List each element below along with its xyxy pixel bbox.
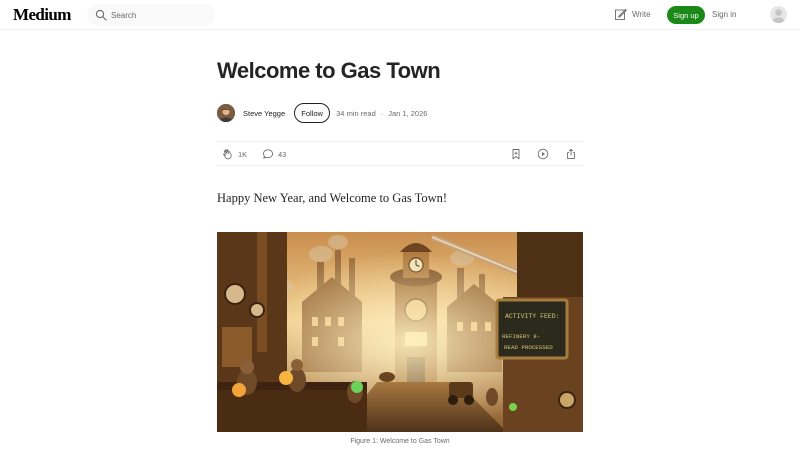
listen-button[interactable] <box>537 148 549 160</box>
byline: Steve Yegge Follow 34 min read · Jan 1, … <box>217 103 427 123</box>
gas-town-image: ACTIVITY FEED: REFINERY 8- READ PROCESSE… <box>217 232 583 432</box>
lead-paragraph: Happy New Year, and Welcome to Gas Town! <box>217 191 448 205</box>
top-nav: Medium Write Sign up Sign in <box>0 0 800 30</box>
read-time: 34 min read <box>336 108 376 118</box>
author-avatar[interactable] <box>217 104 235 122</box>
activity-feed-line: REFINERY 8- <box>502 333 540 340</box>
activity-feed-title: ACTIVITY FEED: <box>505 313 560 320</box>
bookmark-button[interactable] <box>510 148 522 160</box>
comment-icon <box>262 149 274 159</box>
publish-date: Jan 1, 2026 <box>388 108 428 118</box>
user-icon <box>772 9 785 23</box>
article-title: Welcome to Gas Town <box>217 58 441 83</box>
clap-button[interactable]: 1K <box>222 148 247 160</box>
figure-caption: Figure 1: Welcome to Gas Town <box>350 438 450 445</box>
play-icon <box>537 148 549 160</box>
response-count: 43 <box>278 149 287 159</box>
search-icon <box>95 9 107 21</box>
share-button[interactable] <box>565 148 577 160</box>
clap-count: 1K <box>238 149 248 159</box>
write-button[interactable]: Write <box>614 8 651 21</box>
medium-logo[interactable]: Medium <box>13 5 71 25</box>
share-icon <box>567 148 575 160</box>
article-action-bar: 1K 43 <box>217 141 583 166</box>
comment-button[interactable]: 43 <box>262 148 286 160</box>
meta-separator: · <box>380 108 384 118</box>
write-label: Write <box>632 10 651 19</box>
activity-feed-line: READ PROCESSED <box>504 344 553 351</box>
signin-link[interactable]: Sign in <box>712 10 736 19</box>
write-icon <box>615 8 627 20</box>
author-name[interactable]: Steve Yegge <box>243 109 285 118</box>
bookmark-icon <box>512 149 520 160</box>
user-avatar[interactable] <box>770 6 787 23</box>
search-input[interactable] <box>111 5 211 25</box>
hero-illustration: ACTIVITY FEED: REFINERY 8- READ PROCESSE… <box>217 232 583 432</box>
clap-icon <box>223 149 232 160</box>
signup-button[interactable]: Sign up <box>667 6 705 24</box>
follow-button[interactable]: Follow <box>294 103 331 123</box>
